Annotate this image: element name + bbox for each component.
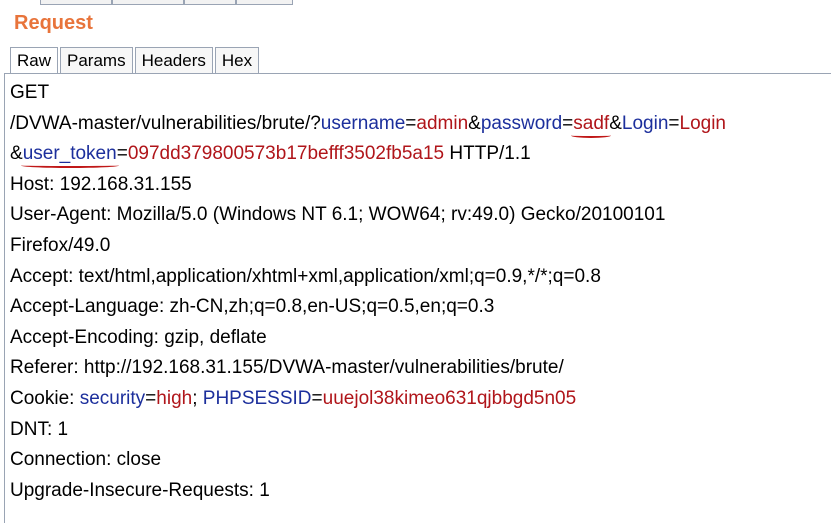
top-tab-fragment[interactable] (112, 0, 184, 5)
param-key-login: Login (621, 112, 669, 134)
param-value-login: Login (679, 112, 727, 134)
param-key-user-token: user_token (22, 143, 117, 165)
param-key-username: username (320, 112, 406, 134)
panel-title: Request (14, 12, 93, 34)
top-tab-fragment[interactable] (236, 0, 293, 5)
header-cookie: Cookie: security=high; PHPSESSID=uuejol3… (10, 387, 577, 409)
request-protocol: HTTP/1.1 (449, 143, 531, 165)
tab-headers[interactable]: Headers (134, 47, 213, 73)
param-value-user-token: 097dd379800573b17befff3502fb5a15 (127, 143, 445, 165)
cookie-value-phpsessid: uuejol38kimeo631qjbbgd5n05 (322, 387, 577, 409)
tab-hex[interactable]: Hex (214, 47, 260, 73)
top-tab-fragment[interactable] (184, 0, 236, 5)
tab-raw[interactable]: Raw (10, 47, 59, 74)
header-dnt: DNT: 1 (10, 418, 69, 440)
request-path: /DVWA-master/vulnerabilities/brute/? (10, 112, 321, 134)
view-tabs: Raw Params Headers Hex (10, 47, 261, 74)
header-connection: Connection: close (10, 449, 162, 471)
header-accept: Accept: text/html,application/xhtml+xml,… (10, 265, 601, 287)
param-key-password: password (480, 112, 563, 134)
request-line-url: /DVWA-master/vulnerabilities/brute/?user… (10, 112, 727, 134)
request-line-method: GET (10, 82, 50, 103)
header-accept-language: Accept-Language: zh-CN,zh;q=0.8,en-US;q=… (10, 296, 495, 318)
cookie-label: Cookie: (10, 387, 75, 409)
raw-request-editor[interactable]: GET /DVWA-master/vulnerabilities/brute/?… (4, 73, 831, 523)
top-tab-strip (0, 0, 831, 6)
request-line-token: &user_token=097dd379800573b17befff3502fb… (10, 143, 531, 165)
header-referer: Referer: http://192.168.31.155/DVWA-mast… (10, 357, 564, 379)
param-value-username: admin (416, 112, 469, 134)
cookie-key-phpsessid: PHPSESSID (202, 387, 312, 409)
cookie-value-security: high (156, 387, 193, 409)
header-accept-encoding: Accept-Encoding: gzip, deflate (10, 326, 267, 348)
top-tab-fragment[interactable] (40, 0, 112, 5)
header-host: Host: 192.168.31.155 (10, 173, 192, 195)
header-user-agent: User-Agent: Mozilla/5.0 (Windows NT 6.1;… (10, 204, 666, 226)
header-user-agent-cont: Firefox/49.0 (10, 234, 111, 256)
tab-params[interactable]: Params (60, 47, 133, 73)
param-value-password: sadf (573, 112, 610, 134)
cookie-key-security: security (79, 387, 146, 409)
header-upgrade-insecure: Upgrade-Insecure-Requests: 1 (10, 479, 270, 501)
